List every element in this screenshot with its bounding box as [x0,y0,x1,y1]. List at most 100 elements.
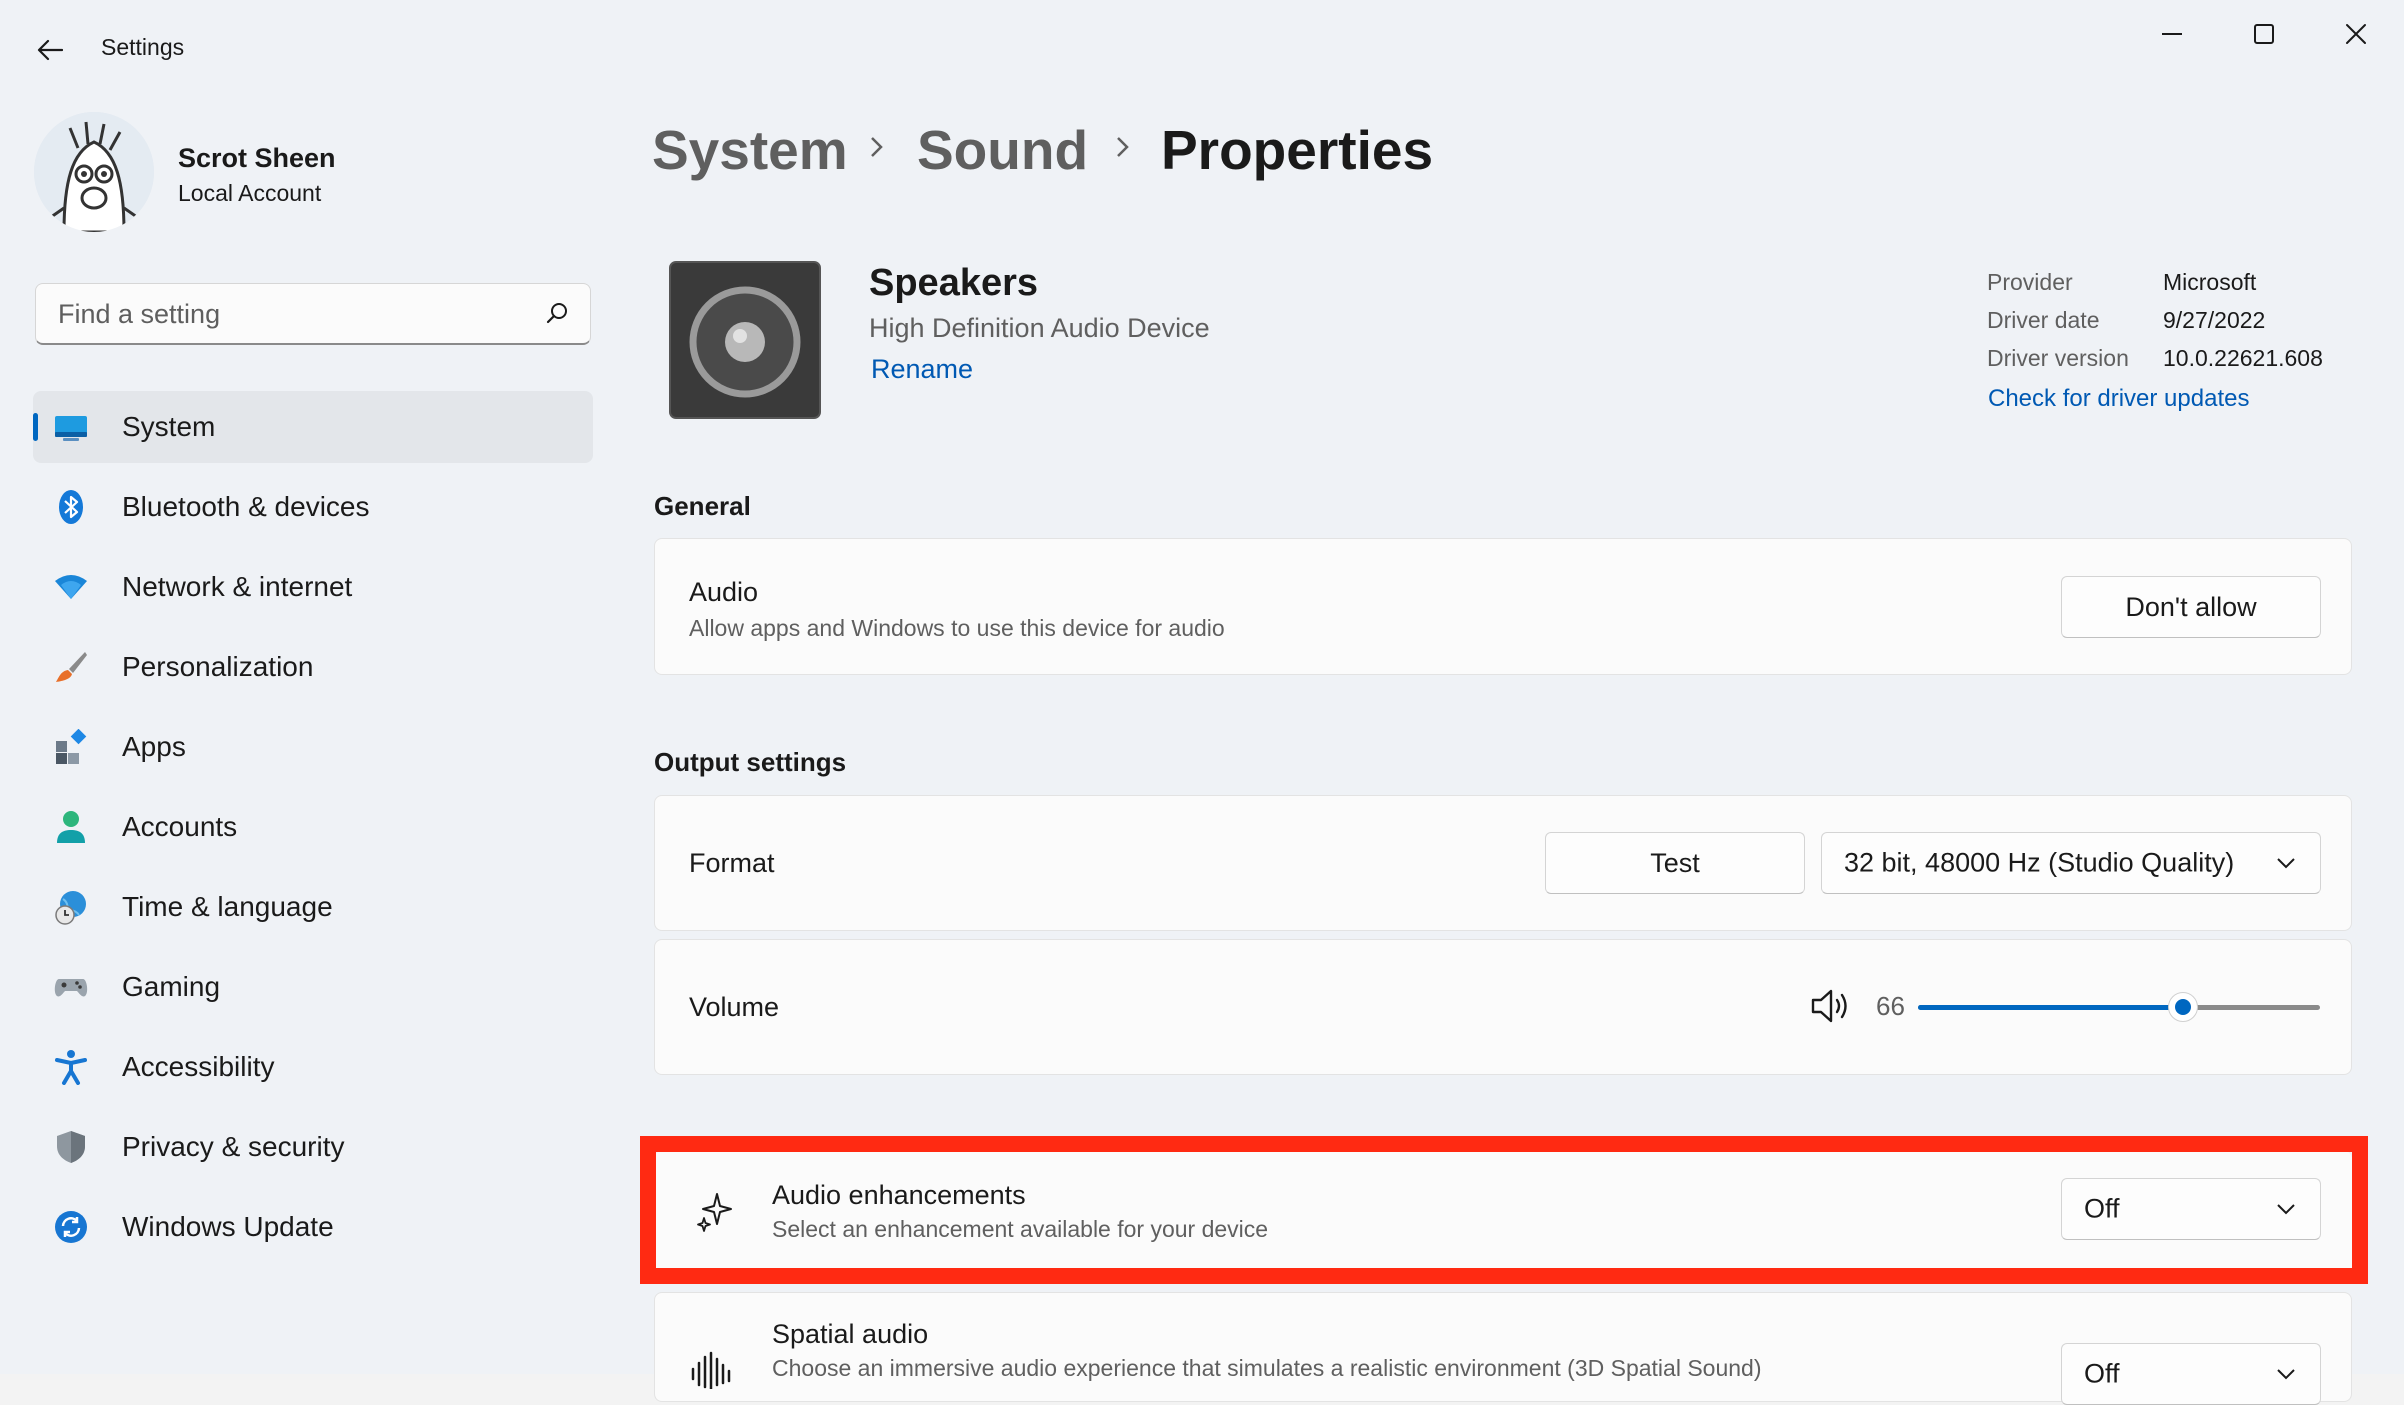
audio-enhancements-dropdown[interactable]: Off [2061,1178,2321,1240]
volume-slider-thumb[interactable] [2168,992,2199,1022]
spatial-audio-card: Spatial audio Choose an immersive audio … [654,1292,2352,1405]
spatial-audio-subtitle: Choose an immersive audio experience tha… [772,1355,1762,1381]
audio-subtitle: Allow apps and Windows to use this devic… [689,615,1225,641]
volume-slider-fill [1918,1005,2184,1010]
audio-enhancements-value: Off [2084,1193,2120,1224]
driver-version-value: 10.0.22621.608 [2163,345,2323,371]
audio-card: Audio Allow apps and Windows to use this… [654,538,2352,675]
audio-enhancements-card: Audio enhancements Select an enhancement… [654,1151,2352,1273]
page-title: Properties [1161,119,1434,181]
speaker-volume-icon[interactable] [1810,986,1854,1026]
sidebar-item-time-language[interactable]: Time & language [33,871,593,943]
back-arrow-icon [37,39,63,61]
sidebar-item-label: Privacy & security [122,1131,345,1162]
minimize-icon [2162,33,2182,35]
sidebar-item-system[interactable]: System [33,391,593,463]
sidebar-item-label: Bluetooth & devices [122,491,370,522]
title-bar: Settings [0,0,2404,96]
sidebar-item-label: Windows Update [122,1211,334,1242]
sidebar-item-network[interactable]: Network & internet [33,551,593,623]
sidebar-item-label: Time & language [122,891,333,922]
check-driver-updates-link[interactable]: Check for driver updates [1988,385,2249,413]
sidebar-item-label: Apps [122,731,186,762]
volume-value: 66 [1876,991,1905,1021]
sidebar-item-label: Accounts [122,811,238,842]
spatial-audio-value: Off [2084,1358,2120,1389]
volume-slider[interactable] [1918,985,2320,1029]
sidebar-item-label: System [122,411,216,442]
app-title: Settings [101,34,185,60]
avatar[interactable] [34,112,154,232]
driver-version-label: Driver version [1987,345,2129,371]
device-description: High Definition Audio Device [869,313,1210,343]
sidebar-item-bluetooth[interactable]: Bluetooth & devices [33,471,593,543]
system-icon [55,416,87,441]
chevron-down-icon [2277,1369,2295,1380]
close-button[interactable] [2310,6,2402,62]
format-title: Format [689,848,775,878]
volume-title: Volume [689,992,780,1022]
sidebar-item-privacy[interactable]: Privacy & security [33,1111,593,1183]
format-dropdown[interactable]: 32 bit, 48000 Hz (Studio Quality) [1821,832,2321,894]
back-button[interactable] [28,28,72,72]
chevron-down-icon [2277,858,2295,869]
sidebar-item-accounts[interactable]: Accounts [33,791,593,863]
spatial-audio-title: Spatial audio [772,1319,929,1349]
user-name: Scrot Sheen [178,143,336,173]
chevron-right-icon [871,137,883,157]
brush-icon [56,652,87,682]
sparkle-icon [697,1193,732,1232]
minimize-button[interactable] [2126,6,2218,62]
close-icon [2346,24,2366,44]
shield-icon [57,1131,85,1163]
search-input[interactable] [56,284,540,344]
globe-clock-icon [55,891,86,925]
driver-date-value: 9/27/2022 [2163,307,2266,333]
sidebar-item-label: Accessibility [122,1051,275,1082]
apps-icon [56,729,87,764]
sidebar-item-label: Network & internet [122,571,353,602]
chevron-right-icon [1117,137,1129,157]
provider-label: Provider [1987,269,2073,295]
search-icon[interactable] [544,300,570,326]
rename-link[interactable]: Rename [871,354,973,385]
chevron-down-icon [2277,1204,2295,1215]
device-name: Speakers [869,262,1039,304]
breadcrumb-sound[interactable]: Sound [917,118,1088,182]
sidebar-nav: System Bluetooth & devices Network & int… [33,391,593,1271]
sidebar-item-personalization[interactable]: Personalization [33,631,593,703]
wifi-icon [55,575,87,599]
sidebar-item-label: Gaming [122,971,221,1002]
settings-window: Settings Scrot Sheen Local Account Find … [0,0,2404,1405]
format-card: Format Test 32 bit, 48000 Hz (Studio Qua… [654,795,2352,931]
dont-allow-button[interactable]: Don't allow [2061,576,2321,638]
accessibility-icon [55,1050,87,1085]
audio-title: Audio [689,577,759,607]
sidebar-item-gaming[interactable]: Gaming [33,951,593,1023]
sound-wave-icon [691,1351,731,1389]
audio-enhancements-title: Audio enhancements [772,1180,1026,1210]
spatial-audio-dropdown[interactable]: Off [2061,1343,2321,1405]
maximize-button[interactable] [2218,6,2310,62]
maximize-icon [2254,24,2274,44]
output-section-title: Output settings [654,747,847,777]
format-dropdown-value: 32 bit, 48000 Hz (Studio Quality) [1844,847,2235,878]
controller-icon [54,979,88,997]
update-icon [55,1211,87,1243]
speaker-icon [669,261,821,419]
user-account-type: Local Account [178,180,322,206]
audio-enhancements-subtitle: Select an enhancement available for your… [772,1216,1269,1242]
sidebar-item-windows-update[interactable]: Windows Update [33,1191,593,1263]
breadcrumb-system[interactable]: System [652,118,848,182]
search-box[interactable] [35,283,591,345]
test-button[interactable]: Test [1545,832,1805,894]
sidebar-item-label: Personalization [122,651,314,682]
driver-date-label: Driver date [1987,307,2100,333]
general-section-title: General [654,491,751,521]
sidebar-item-apps[interactable]: Apps [33,711,593,783]
avatar-image-icon [34,112,154,232]
bluetooth-icon [59,490,83,524]
provider-value: Microsoft [2163,269,2257,295]
person-icon [57,811,85,843]
sidebar-item-accessibility[interactable]: Accessibility [33,1031,593,1103]
